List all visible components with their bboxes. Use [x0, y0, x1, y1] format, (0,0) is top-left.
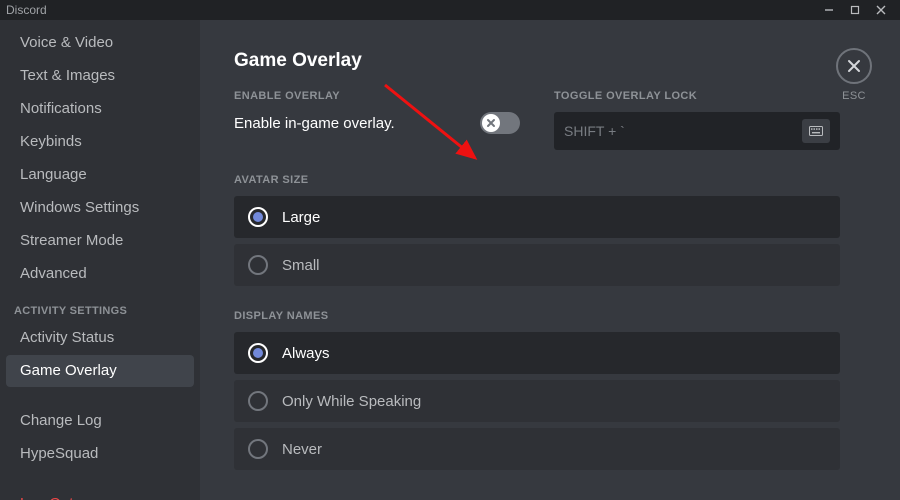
sidebar-item-streamer-mode[interactable]: Streamer Mode: [6, 225, 194, 257]
window-minimize-button[interactable]: [816, 0, 842, 20]
display-names-option-only-while-speaking[interactable]: Only While Speaking: [234, 380, 840, 422]
display-names-list: Always Only While Speaking Never: [234, 332, 840, 470]
sidebar-item-game-overlay[interactable]: Game Overlay: [6, 355, 194, 387]
display-names-heading: DISPLAY NAMES: [234, 310, 840, 322]
sidebar-item-voice-video[interactable]: Voice & Video: [6, 27, 194, 59]
enable-overlay-label: Enable in-game overlay.: [234, 115, 480, 132]
avatar-size-option-small[interactable]: Small: [234, 244, 840, 286]
avatar-size-list: Large Small: [234, 196, 840, 286]
toggle-lock-keybind[interactable]: SHIFT + `: [554, 112, 840, 150]
page-title: Game Overlay: [234, 50, 840, 72]
radio-icon: [248, 439, 268, 459]
window-maximize-button[interactable]: [842, 0, 868, 20]
radio-label: Small: [282, 257, 320, 274]
radio-label: Large: [282, 209, 320, 226]
sidebar-item-text-images[interactable]: Text & Images: [6, 60, 194, 92]
radio-icon: [248, 391, 268, 411]
radio-icon: [248, 207, 268, 227]
sidebar-item-advanced[interactable]: Advanced: [6, 258, 194, 290]
settings-sidebar: Voice & VideoText & ImagesNotificationsK…: [0, 20, 200, 500]
window-title: Discord: [6, 3, 816, 17]
radio-label: Always: [282, 345, 330, 362]
keybind-value: SHIFT + `: [564, 123, 802, 139]
toggle-lock-heading: TOGGLE OVERLAY LOCK: [554, 90, 840, 102]
radio-icon: [248, 255, 268, 275]
sidebar-item-logout[interactable]: Log Out: [6, 488, 194, 500]
enable-overlay-heading: ENABLE OVERLAY: [234, 90, 520, 102]
close-settings-button[interactable]: [836, 48, 872, 84]
close-icon: [486, 118, 496, 128]
radio-label: Never: [282, 441, 322, 458]
avatar-size-option-large[interactable]: Large: [234, 196, 840, 238]
radio-icon: [248, 343, 268, 363]
keyboard-icon: [802, 119, 830, 143]
display-names-option-always[interactable]: Always: [234, 332, 840, 374]
esc-label: ESC: [836, 90, 872, 102]
settings-content: ESC Game Overlay ENABLE OVERLAY Enable i…: [200, 20, 900, 500]
sidebar-item-notifications[interactable]: Notifications: [6, 93, 194, 125]
sidebar-item-keybinds[interactable]: Keybinds: [6, 126, 194, 158]
avatar-size-heading: AVATAR SIZE: [234, 174, 840, 186]
titlebar: Discord: [0, 0, 900, 20]
enable-overlay-toggle[interactable]: [480, 112, 520, 134]
sidebar-item-windows-settings[interactable]: Windows Settings: [6, 192, 194, 224]
sidebar-item-change-log[interactable]: Change Log: [6, 405, 194, 437]
sidebar-item-activity-status[interactable]: Activity Status: [6, 322, 194, 354]
sidebar-item-hypesquad[interactable]: HypeSquad: [6, 438, 194, 470]
toggle-knob: [482, 114, 500, 132]
display-names-option-never[interactable]: Never: [234, 428, 840, 470]
sidebar-heading-activity: ACTIVITY SETTINGS: [0, 291, 200, 321]
sidebar-item-language[interactable]: Language: [6, 159, 194, 191]
close-icon: [847, 59, 861, 73]
radio-label: Only While Speaking: [282, 393, 421, 410]
window-close-button[interactable]: [868, 0, 894, 20]
